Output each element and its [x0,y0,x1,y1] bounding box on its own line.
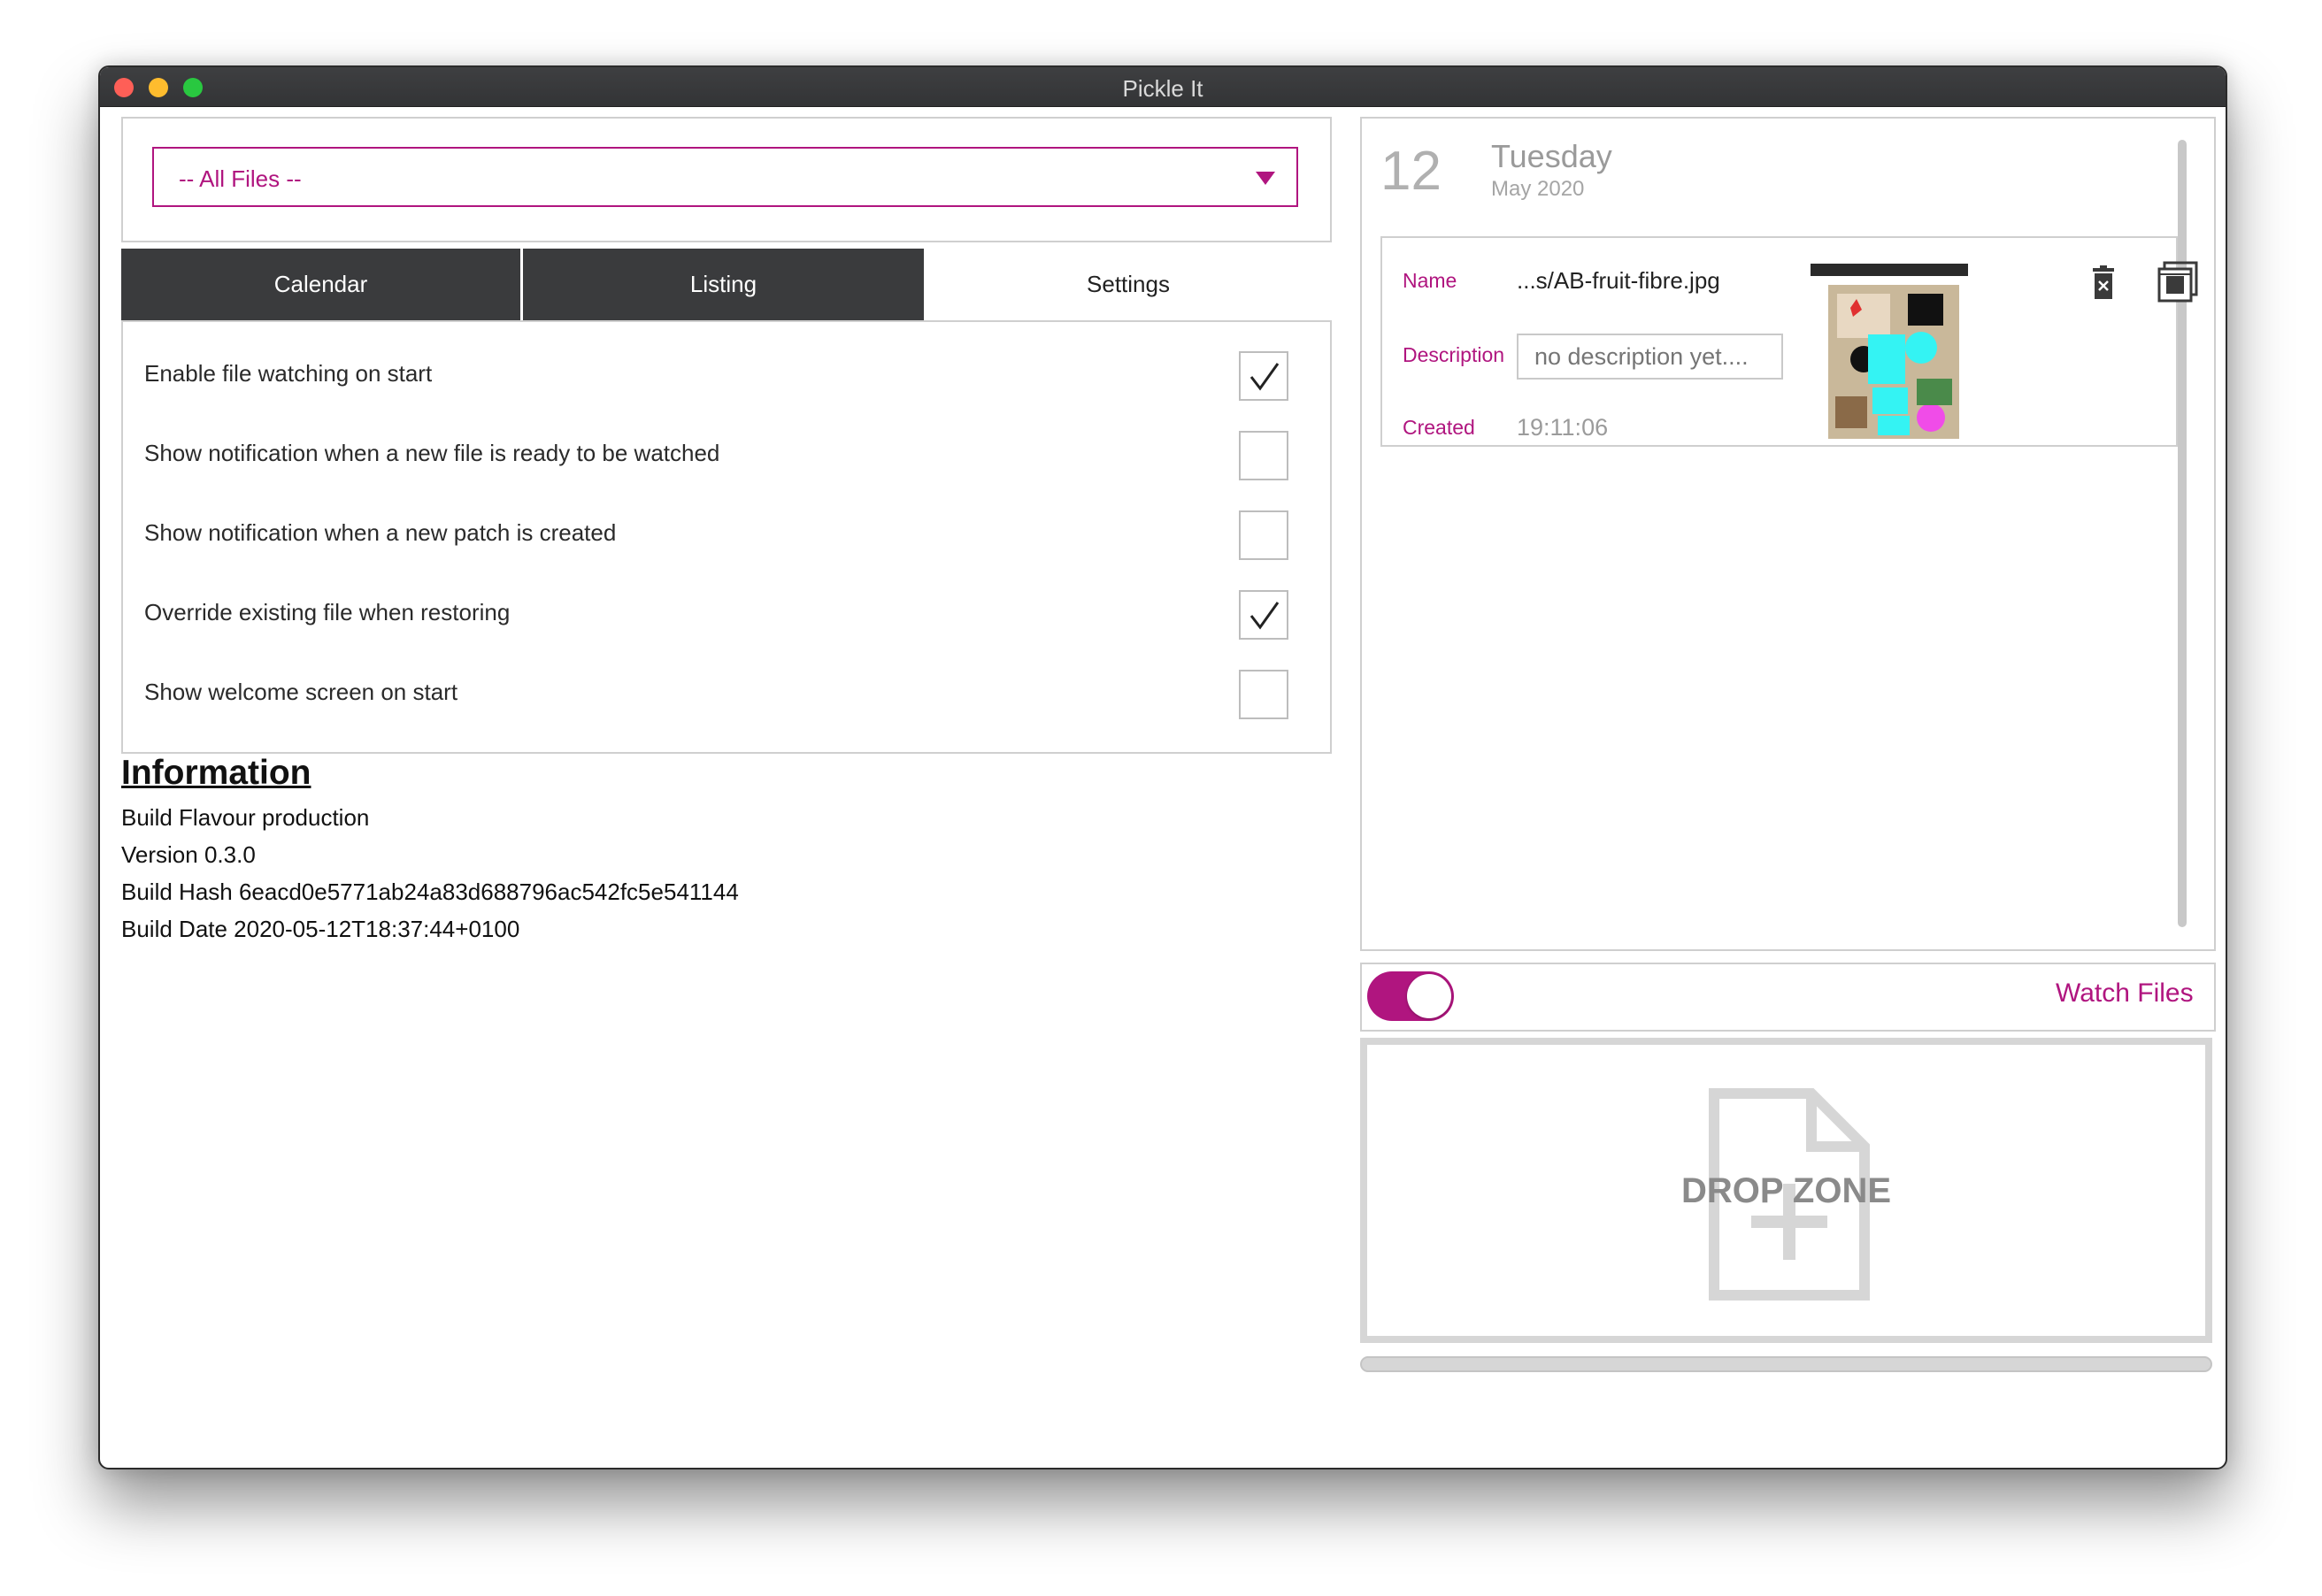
checkbox-notify-new-patch[interactable] [1239,510,1288,560]
watch-files-label: Watch Files [2056,978,2194,1008]
restore-icon[interactable] [2156,260,2200,304]
checkbox-notify-new-file[interactable] [1239,431,1288,480]
version: Version 0.3.0 [121,841,256,868]
setting-label-welcome-screen: Show welcome screen on start [144,679,458,705]
settings-panel: Enable file watching on start Show notif… [121,320,1332,754]
build-flavour: Build Flavour production [121,804,370,831]
checkbox-watch-on-start[interactable] [1239,351,1288,401]
setting-label-notify-new-patch: Show notification when a new patch is cr… [144,519,617,546]
setting-label-override-on-restore: Override existing file when restoring [144,599,511,625]
checkmark-icon [1249,363,1280,391]
file-filter-value: -- All Files -- [179,165,302,192]
tab-listing[interactable]: Listing [523,249,924,320]
toggle-knob [1407,974,1451,1018]
tab-settings[interactable]: Settings [926,249,1330,320]
detail-scrollbar[interactable] [2178,140,2187,927]
title-bar[interactable]: Pickle It [100,67,2226,107]
app-window: Pickle It -- All Files -- Calendar Listi… [98,65,2227,1469]
date-weekday: Tuesday [1491,138,1612,174]
description-label: Description [1403,343,1505,366]
filter-panel: -- All Files -- [121,117,1332,242]
file-name-value: ...s/AB-fruit-fibre.jpg [1517,267,1720,294]
drop-zone-label: DROP ZONE [1680,1171,1892,1210]
checkbox-welcome-screen[interactable] [1239,670,1288,719]
build-hash: Build Hash 6eacd0e5771ab24a83d688796ac54… [121,879,739,905]
delete-icon[interactable] [2090,265,2117,301]
name-label: Name [1403,269,1457,292]
build-date: Build Date 2020-05-12T18:37:44+0100 [121,916,520,942]
information-heading: Information [121,754,311,792]
date-month-year: May 2020 [1491,177,1585,201]
watch-files-toggle[interactable] [1367,971,1454,1021]
window-title: Pickle It [1122,75,1203,102]
horizontal-scrollbar[interactable] [1360,1356,2212,1372]
checkmark-icon [1249,602,1280,630]
created-label: Created [1403,416,1475,439]
date-day: 12 [1380,141,1442,202]
file-filter-select[interactable]: -- All Files -- [152,147,1298,207]
created-time: 19:11:06 [1517,414,1609,441]
setting-label-watch-on-start: Enable file watching on start [144,360,433,387]
chevron-down-icon [1256,172,1275,185]
setting-label-notify-new-file: Show notification when a new file is rea… [144,440,720,466]
tab-calendar[interactable]: Calendar [121,249,520,320]
file-thumbnail [1811,264,1968,439]
checkbox-override-on-restore[interactable] [1239,590,1288,640]
description-input[interactable] [1517,334,1783,380]
